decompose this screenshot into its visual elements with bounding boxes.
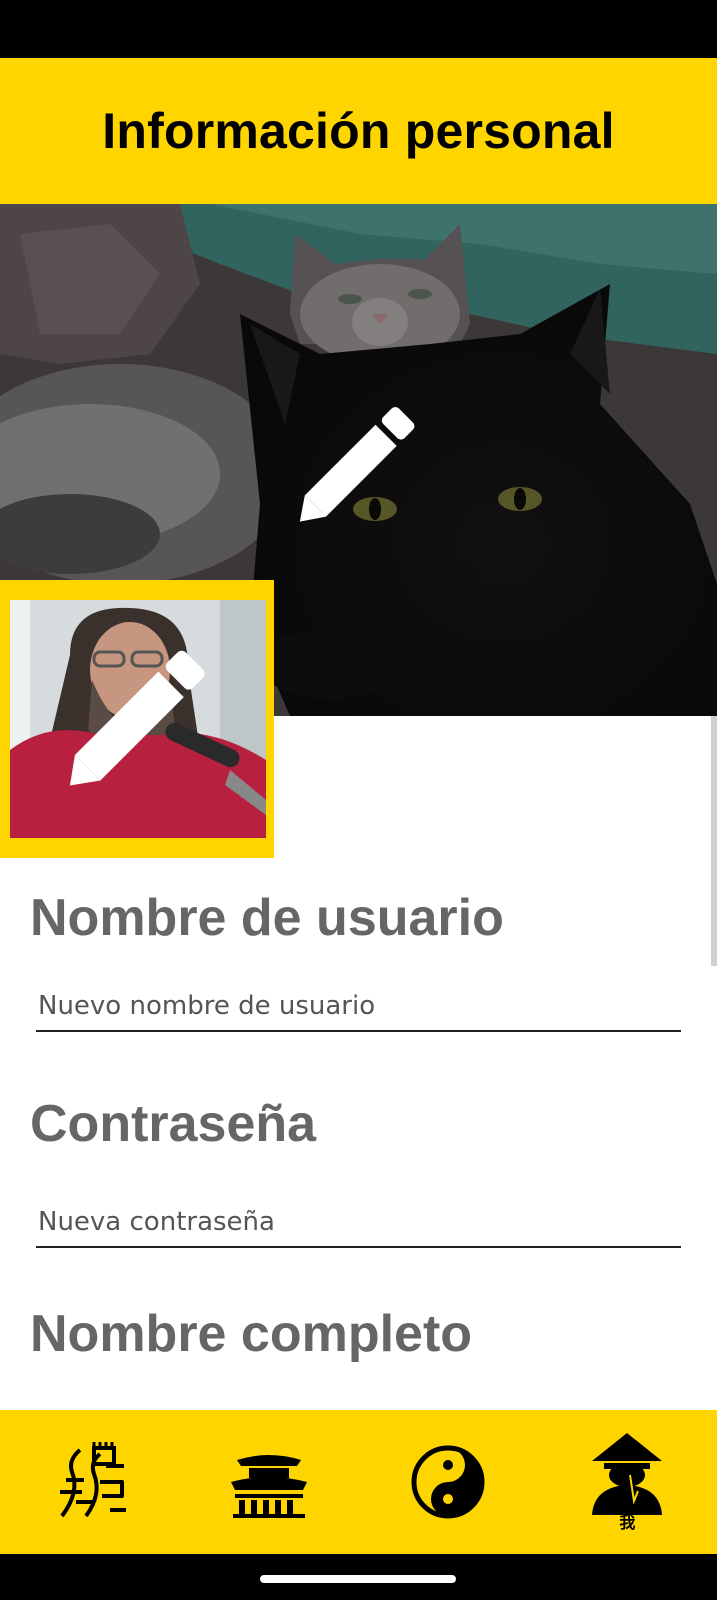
home-indicator[interactable]	[260, 1575, 456, 1583]
nav-item-me[interactable]: 我	[572, 1417, 682, 1547]
status-bar	[0, 0, 717, 58]
temple-icon	[230, 1455, 307, 1518]
nav-item-yin-yang[interactable]	[393, 1417, 503, 1547]
edit-avatar-button[interactable]	[58, 642, 213, 797]
bottom-nav: 我	[0, 1410, 717, 1554]
password-input[interactable]	[36, 1198, 681, 1248]
app-header: Información personal	[0, 58, 717, 204]
avatar-frame[interactable]	[0, 580, 274, 858]
edit-cover-button[interactable]	[290, 400, 420, 530]
pencil-icon	[69, 650, 205, 786]
nav-item-great-wall[interactable]	[35, 1417, 145, 1547]
password-label: Contraseña	[30, 1095, 317, 1153]
profile-content: Nombre de usuario Contraseña Nombre comp…	[0, 204, 717, 1410]
pencil-icon	[299, 406, 415, 522]
yin-yang-icon	[411, 1445, 485, 1519]
page-title: Información personal	[102, 103, 615, 159]
scroll-indicator[interactable]	[711, 716, 717, 966]
great-wall-icon	[59, 1442, 126, 1518]
nav-item-temple[interactable]	[214, 1417, 324, 1547]
username-label: Nombre de usuario	[30, 889, 504, 947]
username-input[interactable]	[36, 982, 681, 1032]
nav-item-me-label: 我	[619, 1513, 636, 1532]
person-hat-icon	[592, 1433, 663, 1515]
fullname-label: Nombre completo	[30, 1305, 473, 1363]
